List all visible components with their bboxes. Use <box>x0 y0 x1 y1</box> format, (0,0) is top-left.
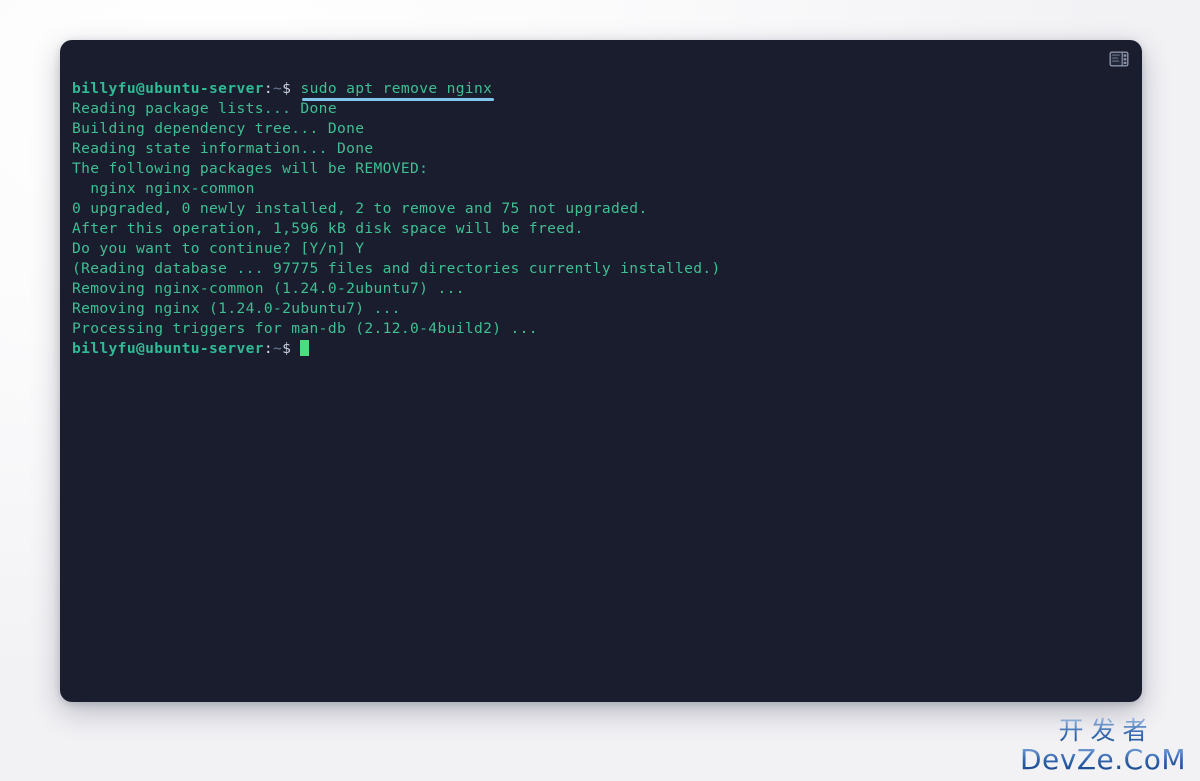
prompt-user-host: billyfu@ubuntu-server <box>72 80 264 97</box>
watermark-latin-text: DevZe.CoM <box>1019 743 1186 776</box>
output-line: Reading package lists... Done <box>72 100 337 117</box>
output-line: After this operation, 1,596 kB disk spac… <box>72 220 584 237</box>
output-line: Reading state information... Done <box>72 140 374 157</box>
terminal-output-area[interactable]: billyfu@ubuntu-server:~$ sudo apt remove… <box>60 74 1142 702</box>
output-line: Processing triggers for man-db (2.12.0-4… <box>72 320 538 337</box>
typed-command[interactable]: sudo apt remove nginx <box>300 79 495 101</box>
text-cursor <box>300 340 310 356</box>
output-line: Building dependency tree... Done <box>72 120 365 137</box>
output-line: Do you want to continue? [Y/n] Y <box>72 240 365 257</box>
watermark: 开发者 DevZe.CoM <box>1020 717 1186 775</box>
terminal-titlebar <box>60 40 1142 74</box>
watermark-chinese-text: 开发者 <box>1020 717 1186 745</box>
output-line: 0 upgraded, 0 newly installed, 2 to remo… <box>72 200 648 217</box>
command-prompt-line: billyfu@ubuntu-server:~$ sudo apt remove… <box>72 79 1128 101</box>
prompt-colon: : <box>263 80 274 97</box>
panel-layout-icon[interactable] <box>1109 51 1129 67</box>
output-line: Removing nginx-common (1.24.0-2ubuntu7) … <box>72 280 465 297</box>
output-line: nginx nginx-common <box>72 180 255 197</box>
prompt-path: ~ <box>273 80 283 97</box>
prompt-user-host: billyfu@ubuntu-server <box>72 340 264 357</box>
prompt-symbol: $ <box>282 340 292 357</box>
active-prompt-line: billyfu@ubuntu-server:~$ <box>72 339 1128 359</box>
prompt-symbol: $ <box>282 80 292 97</box>
output-line: The following packages will be REMOVED: <box>72 160 429 177</box>
prompt-colon: : <box>263 340 274 357</box>
output-line: Removing nginx (1.24.0-2ubuntu7) ... <box>72 300 401 317</box>
output-line: (Reading database ... 97775 files and di… <box>72 260 721 277</box>
prompt-path: ~ <box>273 340 283 357</box>
terminal-window[interactable]: billyfu@ubuntu-server:~$ sudo apt remove… <box>60 40 1142 702</box>
